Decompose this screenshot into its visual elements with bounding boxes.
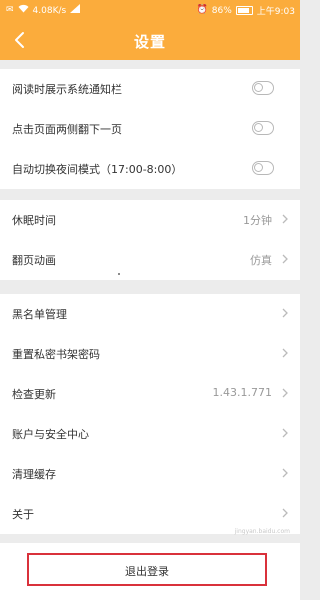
setting-label: 休眠时间 xyxy=(12,214,56,227)
status-bar-left: ✉ 4.08K/s xyxy=(6,4,81,17)
chevron-right-icon xyxy=(282,508,288,518)
setting-row-tap-page-turn[interactable]: 点击页面两侧翻下一页 xyxy=(0,109,300,149)
setting-row-blacklist[interactable]: 黑名单管理 xyxy=(0,294,300,334)
setting-label: 关于 xyxy=(12,508,34,521)
setting-label: 检查更新 xyxy=(12,388,56,401)
chevron-right-icon xyxy=(282,388,288,398)
setting-row-reset-private-password[interactable]: 重置私密书架密码 xyxy=(0,334,300,374)
setting-label: 点击页面两侧翻下一页 xyxy=(12,123,122,136)
title-bar: 设置 xyxy=(0,20,300,60)
setting-label: 黑名单管理 xyxy=(12,308,67,321)
wifi-icon xyxy=(18,4,29,17)
setting-row-auto-night-mode[interactable]: 自动切换夜间模式（17:00-8:00） xyxy=(0,149,300,189)
chevron-right-icon xyxy=(282,468,288,478)
watermark: jingyan.baidu.com xyxy=(234,528,290,535)
battery-icon xyxy=(235,6,253,15)
setting-row-sleep-time[interactable]: 休眠时间 1分钟 xyxy=(0,200,300,240)
status-time: 上午9:03 xyxy=(256,7,295,17)
setting-row-system-notification[interactable]: 阅读时展示系统通知栏 xyxy=(0,69,300,109)
setting-value: 仿真 xyxy=(250,254,272,267)
network-speed: 4.08K/s xyxy=(32,5,67,16)
logout-button[interactable]: 退出登录 xyxy=(27,553,267,586)
account-group: 黑名单管理 重置私密书架密码 检查更新 1.43.1.771 账户与安全中心 清… xyxy=(0,294,300,534)
version-value: 1.43.1.771 xyxy=(212,386,272,399)
setting-value: 1分钟 xyxy=(243,214,272,227)
status-bar-right: ⏰ 86% 上午9:03 xyxy=(197,4,295,17)
toggle-switch[interactable] xyxy=(252,161,274,175)
status-bar: ✉ 4.08K/s ⏰ 86% 上午9:03 xyxy=(0,0,300,20)
setting-label: 清理缓存 xyxy=(12,468,56,481)
setting-row-clear-cache[interactable]: 清理缓存 xyxy=(0,454,300,494)
reading-group: 休眠时间 1分钟 翻页动画 仿真 xyxy=(0,200,300,280)
battery-percent: 86% xyxy=(211,5,232,16)
setting-label: 阅读时展示系统通知栏 xyxy=(12,83,122,96)
chevron-right-icon xyxy=(282,428,288,438)
toggle-switch[interactable] xyxy=(252,81,274,95)
toggle-group: 阅读时展示系统通知栏 点击页面两侧翻下一页 自动切换夜间模式（17:00-8:0… xyxy=(0,69,300,189)
setting-row-page-animation[interactable]: 翻页动画 仿真 xyxy=(0,240,300,280)
setting-label: 翻页动画 xyxy=(12,254,56,267)
signal-icon xyxy=(70,4,81,17)
setting-row-check-update[interactable]: 检查更新 1.43.1.771 xyxy=(0,374,300,414)
alarm-icon: ⏰ xyxy=(196,5,208,15)
chevron-right-icon xyxy=(282,254,288,264)
setting-row-account-security[interactable]: 账户与安全中心 xyxy=(0,414,300,454)
setting-label: 自动切换夜间模式（17:00-8:00） xyxy=(12,163,183,176)
logout-label: 退出登录 xyxy=(125,565,169,578)
chevron-right-icon xyxy=(282,348,288,358)
speck xyxy=(118,273,120,275)
chevron-right-icon xyxy=(282,308,288,318)
toggle-switch[interactable] xyxy=(252,121,274,135)
page-title: 设置 xyxy=(133,33,166,51)
notification-icon: ✉ xyxy=(6,5,14,15)
setting-label: 重置私密书架密码 xyxy=(12,348,100,361)
logout-section: 退出登录 xyxy=(0,543,300,600)
chevron-right-icon xyxy=(282,214,288,224)
setting-label: 账户与安全中心 xyxy=(12,428,89,441)
